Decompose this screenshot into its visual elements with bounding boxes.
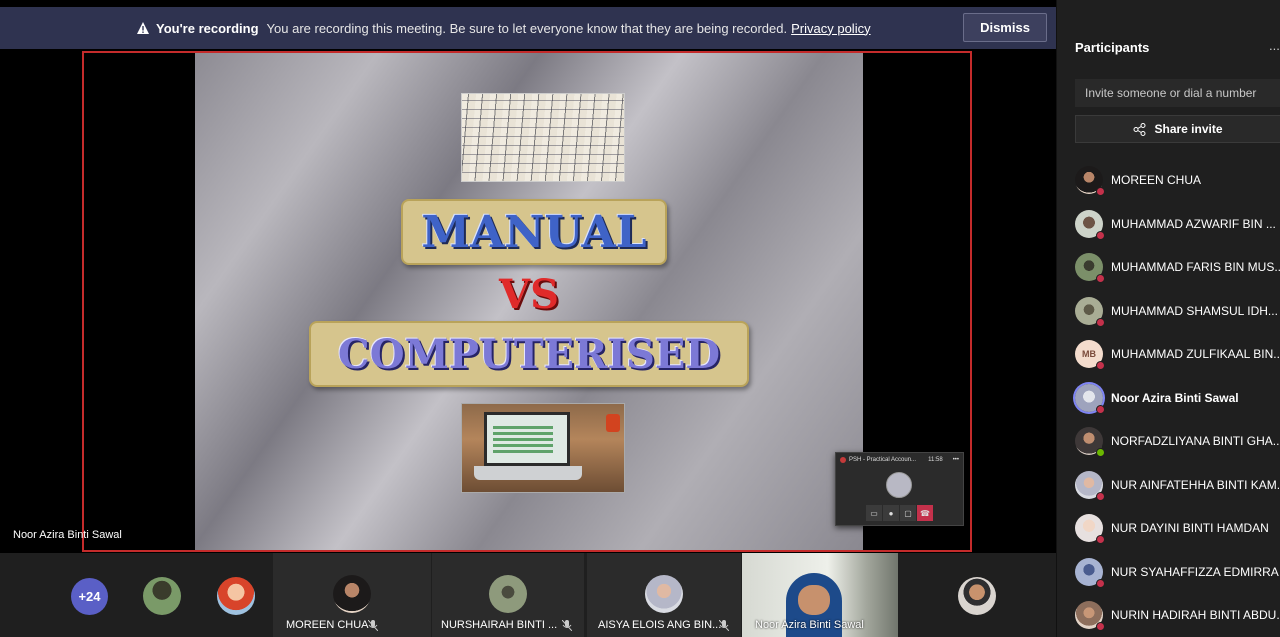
laptop-image	[461, 403, 625, 493]
participant-tile-name: Noor Azira Binti Sawal	[755, 619, 864, 631]
recording-banner: You're recording You are recording this …	[0, 7, 1056, 49]
muted-status-icon	[1096, 318, 1105, 327]
muted-status-icon	[1096, 579, 1105, 588]
avatar-initials: MB	[1082, 349, 1096, 359]
mini-window-header: PSH - Practical Accoun... 11:58 •••	[836, 453, 963, 467]
panel-more-options-icon[interactable]: ...	[1269, 38, 1280, 53]
privacy-policy-link[interactable]: Privacy policy	[791, 21, 870, 36]
participant-row[interactable]: MUHAMMAD SHAMSUL IDH...	[1075, 293, 1280, 329]
muted-status-icon	[1096, 187, 1105, 196]
participant-row[interactable]: NUR SYAHAFFIZZA EDMIRRA ...	[1075, 554, 1280, 590]
participant-tile-name: NURSHAIRAH BINTI ...	[441, 619, 558, 631]
participant-name: NUR DAYINI BINTI HAMDAN	[1111, 521, 1269, 535]
muted-status-icon	[1096, 405, 1105, 414]
participant-tile[interactable]: AISYA ELOIS ANG BIN...	[587, 553, 741, 637]
muted-status-icon	[1096, 492, 1105, 501]
avatar	[1075, 427, 1105, 457]
participant-row[interactable]: NUR DAYINI BINTI HAMDAN	[1075, 510, 1280, 546]
warning-icon	[137, 22, 149, 34]
participant-name: NUR SYAHAFFIZZA EDMIRRA ...	[1111, 565, 1280, 579]
avatar: MB	[1075, 340, 1105, 370]
participant-name: MUHAMMAD AZWARIF BIN ...	[1111, 217, 1276, 231]
participant-name: Noor Azira Binti Sawal	[1111, 391, 1239, 405]
slide-title-manual: MANUAL	[401, 199, 667, 265]
muted-status-icon	[1096, 535, 1105, 544]
dismiss-button[interactable]: Dismiss	[963, 13, 1047, 42]
share-screen-icon[interactable]: ▢	[900, 505, 916, 521]
avatar	[645, 575, 683, 613]
avatar	[1075, 253, 1105, 283]
participant-row[interactable]: MOREEN CHUA	[1075, 162, 1280, 198]
muted-status-icon	[1096, 274, 1105, 283]
avatar[interactable]	[958, 577, 996, 615]
panel-title: Participants	[1075, 40, 1150, 55]
recording-title: You're recording	[156, 20, 259, 36]
avatar	[1075, 601, 1105, 631]
participant-name: NURIN HADIRAH BINTI ABDU...	[1111, 608, 1280, 622]
mic-icon[interactable]: ●	[883, 505, 899, 521]
participant-row[interactable]: NORFADZLIYANA BINTI GHA...	[1075, 423, 1280, 459]
invite-input[interactable]	[1075, 79, 1280, 107]
participant-name: NORFADZLIYANA BINTI GHA...	[1111, 434, 1280, 448]
mic-off-icon	[719, 620, 729, 631]
share-invite-button[interactable]: Share invite	[1075, 115, 1280, 143]
ledger-book-image	[461, 93, 625, 182]
mini-call-window[interactable]: PSH - Practical Accoun... 11:58 ••• ▭ ● …	[835, 452, 964, 526]
recording-message: You are recording this meeting. Be sure …	[266, 20, 788, 36]
participant-row[interactable]: MUHAMMAD AZWARIF BIN ...	[1075, 206, 1280, 242]
teams-meeting-window: You're recording You are recording this …	[0, 0, 1280, 637]
avatar	[1075, 514, 1105, 544]
avatar[interactable]	[217, 577, 255, 615]
slide-title-computerised: COMPUTERISED	[309, 321, 749, 387]
presentation-slide: MANUAL VS COMPUTERISED	[195, 53, 863, 550]
active-speaker-video-tile[interactable]: Noor Azira Binti Sawal	[742, 553, 898, 637]
avatar	[489, 575, 527, 613]
available-status-icon	[1096, 448, 1105, 457]
muted-status-icon	[1096, 622, 1105, 631]
participant-name: MUHAMMAD SHAMSUL IDH...	[1111, 304, 1278, 318]
hang-up-icon[interactable]: ☎	[917, 505, 933, 521]
mic-off-icon	[368, 620, 378, 631]
avatar	[1075, 471, 1105, 501]
participant-name: MOREEN CHUA	[1111, 173, 1202, 187]
participant-name: MUHAMMAD ZULFIKAAL BIN...	[1111, 347, 1280, 361]
mic-off-icon	[562, 620, 572, 631]
participant-row[interactable]: NURIN HADIRAH BINTI ABDU...	[1075, 597, 1280, 633]
avatar	[333, 575, 371, 613]
participants-panel: Participants ... Share invite MOREEN CHU…	[1056, 0, 1280, 637]
mini-controls: ▭ ● ▢ ☎	[866, 505, 934, 521]
share-invite-label: Share invite	[1154, 122, 1223, 136]
participant-tile[interactable]: MOREEN CHUA	[273, 553, 431, 637]
participant-row[interactable]: MUHAMMAD FARIS BIN MUS...	[1075, 249, 1280, 285]
participant-tile-name: AISYA ELOIS ANG BIN...	[598, 619, 722, 631]
presenter-name-label: Noor Azira Binti Sawal	[13, 529, 122, 541]
muted-status-icon	[1096, 231, 1105, 240]
mini-avatar	[886, 472, 912, 498]
participant-name: NUR AINFATEHHA BINTI KAM...	[1111, 478, 1280, 492]
avatar	[1075, 384, 1105, 414]
muted-status-icon	[1096, 361, 1105, 370]
mini-window-title: PSH - Practical Accoun...	[849, 457, 917, 463]
participant-row[interactable]: NUR AINFATEHHA BINTI KAM...	[1075, 467, 1280, 503]
participant-name: MUHAMMAD FARIS BIN MUS...	[1111, 260, 1280, 274]
participant-tile-name: MOREEN CHUA	[286, 619, 369, 631]
more-participants-button[interactable]: +24	[71, 578, 108, 615]
camera-icon[interactable]: ▭	[866, 505, 882, 521]
avatar	[1075, 210, 1105, 240]
avatar	[1075, 558, 1105, 588]
avatar	[1075, 297, 1105, 327]
slide-title-vs: VS	[499, 271, 559, 318]
avatar[interactable]	[143, 577, 181, 615]
participant-row[interactable]: Noor Azira Binti Sawal	[1075, 380, 1280, 416]
participant-row[interactable]: MB MUHAMMAD ZULFIKAAL BIN...	[1075, 336, 1280, 372]
meeting-stage: You're recording You are recording this …	[0, 0, 1056, 637]
recording-dot-icon	[840, 457, 846, 463]
participant-tile[interactable]: NURSHAIRAH BINTI ...	[432, 553, 584, 637]
avatar	[1075, 166, 1105, 196]
share-icon	[1133, 122, 1146, 136]
mini-more-icon[interactable]: •••	[953, 457, 959, 463]
mini-window-time: 11:58	[928, 457, 943, 463]
